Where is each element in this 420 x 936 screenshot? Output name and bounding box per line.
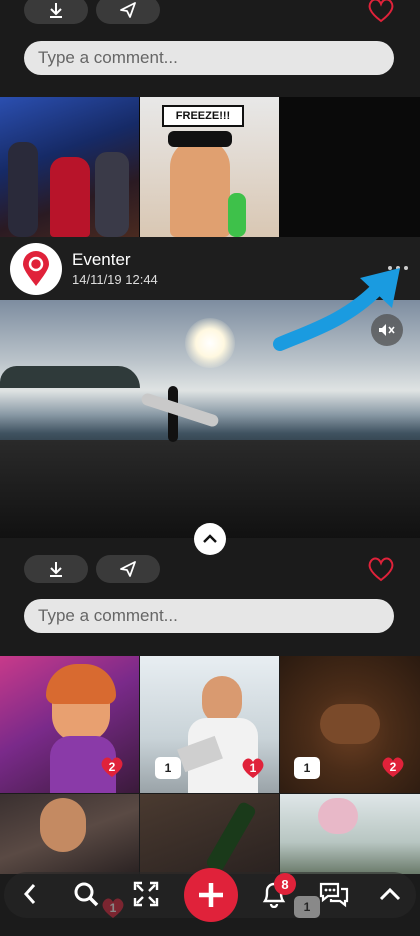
share-button[interactable]	[96, 0, 160, 24]
like-heart-icon[interactable]	[366, 555, 396, 583]
fullscreen-button[interactable]	[124, 872, 168, 916]
search-icon	[74, 882, 99, 907]
like-count: 2	[108, 760, 116, 774]
like-count-badge: 1	[240, 756, 266, 780]
comment-count-badge: 1	[294, 757, 320, 779]
search-button[interactable]	[64, 872, 108, 916]
notifications-count-badge: 8	[274, 873, 296, 895]
grid-photo-4[interactable]	[0, 794, 139, 874]
tutorial-arrow-icon	[273, 268, 400, 351]
like-count-badge: 2	[380, 755, 406, 779]
author-name[interactable]: Eventer	[72, 250, 131, 270]
comment-count: 1	[303, 761, 311, 775]
scroll-top-button[interactable]	[368, 872, 412, 916]
collapse-button[interactable]	[194, 523, 226, 555]
post-timestamp: 14/11/19 12:44	[72, 272, 158, 287]
comment-count: 1	[164, 761, 172, 775]
comment-input-event[interactable]: Type a comment...	[24, 599, 394, 633]
comment-count-badge: 1	[155, 757, 181, 779]
add-post-button[interactable]	[184, 868, 238, 922]
chat-button[interactable]	[312, 872, 356, 916]
party-photo-1[interactable]	[0, 97, 139, 237]
download-button[interactable]	[24, 0, 88, 24]
party-photo-2[interactable]: FREEZE!!!	[140, 97, 279, 237]
chat-bubbles-icon	[319, 882, 349, 908]
grid-photo-6[interactable]	[280, 794, 420, 874]
download-button[interactable]	[24, 555, 88, 583]
grid-photo-5[interactable]	[140, 794, 279, 874]
share-button[interactable]	[96, 555, 160, 583]
send-icon	[120, 2, 136, 18]
like-count: 2	[389, 760, 397, 774]
like-heart-icon[interactable]	[366, 0, 396, 24]
like-count: 1	[249, 761, 257, 775]
author-avatar[interactable]	[10, 243, 62, 295]
expand-icon	[133, 881, 159, 907]
download-icon	[50, 562, 62, 577]
location-pin-icon	[23, 251, 49, 286]
like-count-badge: 2	[99, 755, 125, 779]
back-button[interactable]	[8, 872, 52, 916]
download-icon	[50, 3, 62, 18]
chevron-up-icon	[203, 534, 217, 543]
chevron-left-icon	[23, 884, 36, 904]
send-icon	[120, 561, 136, 577]
plus-icon	[199, 883, 223, 907]
comment-input-top[interactable]: Type a comment...	[24, 41, 394, 75]
chevron-up-icon	[379, 887, 401, 901]
